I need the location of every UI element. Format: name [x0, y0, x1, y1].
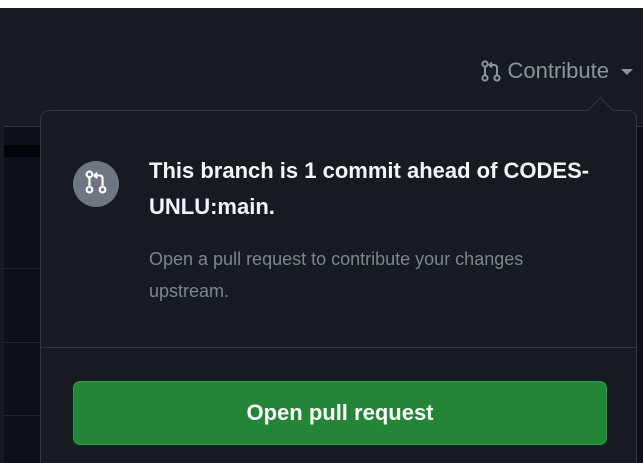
pull-request-icon-badge — [73, 161, 119, 207]
git-pull-request-icon — [85, 169, 107, 199]
contribute-label: Contribute — [507, 58, 609, 83]
repository-page: Contribute This branch is 1 commit ahead… — [0, 0, 643, 463]
open-pull-request-button[interactable]: Open pull request — [73, 381, 607, 445]
file-list-header-strip — [4, 145, 40, 157]
contribute-popover: This branch is 1 commit ahead of CODES-U… — [40, 97, 637, 463]
popover-description: Open a pull request to contribute your c… — [149, 249, 524, 301]
popover-title: This branch is 1 commit ahead of CODES-U… — [149, 158, 590, 219]
file-row-divider — [4, 342, 40, 343]
git-pull-request-icon — [481, 60, 502, 82]
file-row-divider — [4, 268, 40, 269]
file-row-divider — [4, 415, 40, 416]
contribute-dropdown-button[interactable]: Contribute — [481, 58, 633, 84]
popover-divider — [41, 347, 636, 348]
top-edge — [0, 0, 643, 8]
chevron-down-icon — [621, 69, 633, 75]
